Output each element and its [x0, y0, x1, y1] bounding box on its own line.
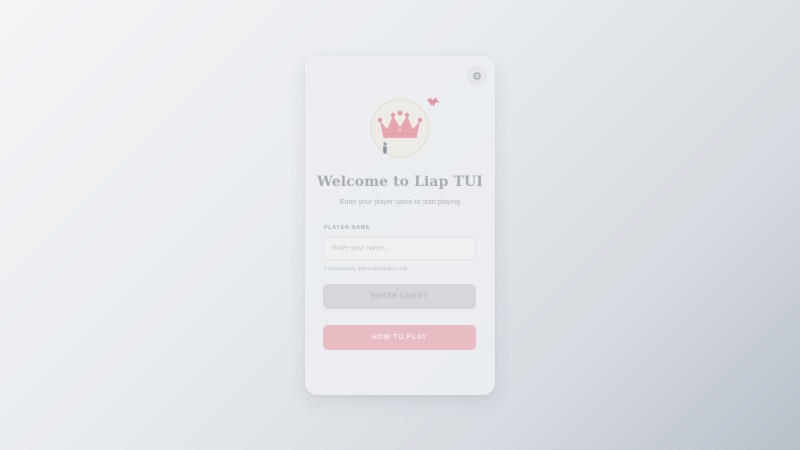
enter-lobby-button[interactable]: ENTER LOBBY — [323, 284, 476, 309]
player-name-input[interactable] — [323, 237, 476, 260]
page-title: Welcome to Liap TUI — [317, 174, 483, 190]
player-name-label: PLAYER NAME — [324, 225, 371, 231]
gear-icon: ⚙ — [472, 69, 482, 83]
player-figure-icon — [383, 142, 387, 154]
page-subtitle: Enter your player name to start playing — [339, 199, 461, 206]
welcome-card: ⚙ Welcome to Liap TUI Enter your player … — [305, 56, 495, 395]
settings-button[interactable]: ⚙ — [467, 66, 487, 86]
player-name-hint: 2-20 characters, letters and numbers onl… — [324, 266, 408, 271]
logo — [370, 98, 430, 158]
bird-icon — [427, 97, 439, 107]
crown-icon — [377, 110, 423, 138]
how-to-play-button[interactable]: HOW TO PLAY — [323, 325, 476, 350]
